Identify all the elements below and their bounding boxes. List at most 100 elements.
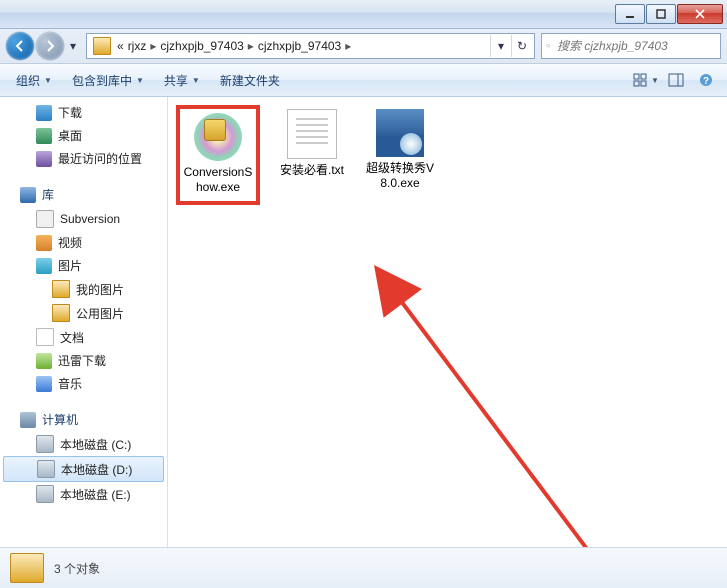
body: 下载桌面最近访问的位置库 Subversion 视频图片我的图片公用图片文档迅雷下载…	[0, 97, 727, 547]
tree-item-label: 下载	[58, 104, 82, 121]
tree-group-label: 计算机	[42, 411, 78, 428]
tree-item-label: 本地磁盘 (D:)	[61, 461, 132, 478]
tree-item[interactable]: 本地磁盘 (C:)	[0, 432, 167, 456]
explorer-window: ▾ « rjxz ▸ cjzhxpjb_97403 ▸ cjzhxpjb_974…	[0, 0, 727, 584]
tree-item[interactable]: 音乐	[0, 372, 167, 395]
view-options-button[interactable]: ▼	[633, 69, 659, 91]
file-name-label: 安装必看.txt	[276, 163, 348, 178]
svg-text:?: ?	[703, 76, 709, 87]
tree-item-label: Subversion	[60, 212, 120, 226]
drive-icon	[37, 460, 55, 478]
tree-item[interactable]: 最近访问的位置	[0, 147, 167, 170]
tree-item[interactable]: 迅雷下载	[0, 349, 167, 372]
file-name-label: 超级转换秀V8.0.exe	[364, 161, 436, 191]
new-folder-button[interactable]: 新建文件夹	[212, 68, 288, 93]
tree-item[interactable]: 桌面	[0, 124, 167, 147]
tree-item[interactable]: 下载	[0, 101, 167, 124]
toolbar: 组织 ▼ 包含到库中 ▼ 共享 ▼ 新建文件夹 ▼ ?	[0, 64, 727, 97]
file-thumbnail	[376, 109, 424, 157]
folder-icon	[93, 37, 111, 55]
file-list: ConversionShow.exe 安装必看.txt 超级转换秀V8.0.exe	[168, 97, 727, 217]
folder-icon	[52, 280, 70, 298]
doc-icon	[36, 328, 54, 346]
tree-item[interactable]: 视频	[0, 231, 167, 254]
search-input[interactable]	[555, 38, 716, 54]
help-button[interactable]: ?	[693, 69, 719, 91]
file-thumbnail	[287, 109, 337, 159]
search-box[interactable]	[541, 33, 721, 59]
nav-row: ▾ « rjxz ▸ cjzhxpjb_97403 ▸ cjzhxpjb_974…	[0, 29, 727, 64]
refresh-button[interactable]: ↻	[511, 35, 532, 57]
music-icon	[36, 376, 52, 392]
chevron-down-icon: ▼	[651, 76, 659, 85]
tree-item-label: 文档	[60, 329, 84, 346]
share-menu[interactable]: 共享 ▼	[156, 68, 208, 93]
tree-item[interactable]: 本地磁盘 (D:)	[3, 456, 164, 482]
breadcrumb[interactable]: rjxz	[126, 39, 149, 53]
include-label: 包含到库中	[72, 72, 132, 89]
address-dropdown-button[interactable]: ▾	[490, 35, 511, 57]
library-icon	[20, 187, 36, 203]
breadcrumb[interactable]: cjzhxpjb_97403	[256, 39, 343, 53]
status-bar: 3 个对象	[0, 547, 727, 588]
video-icon	[36, 235, 52, 251]
tree-item[interactable]: 我的图片	[0, 277, 167, 301]
recent-icon	[36, 151, 52, 167]
tree-item-label: 视频	[58, 234, 82, 251]
tree-item[interactable]: 文档	[0, 325, 167, 349]
tree-item[interactable]: Subversion	[0, 207, 167, 231]
newfolder-label: 新建文件夹	[220, 72, 280, 89]
address-bar[interactable]: « rjxz ▸ cjzhxpjb_97403 ▸ cjzhxpjb_97403…	[86, 33, 535, 59]
breadcrumb[interactable]: cjzhxpjb_97403	[158, 39, 245, 53]
computer-icon	[20, 412, 36, 428]
tree-item-label: 本地磁盘 (E:)	[60, 486, 131, 503]
chevron-right-icon[interactable]: ▸	[148, 39, 158, 53]
titlebar	[0, 0, 727, 29]
tree-item-label: 音乐	[58, 375, 82, 392]
chevron-right-icon[interactable]: ▸	[246, 39, 256, 53]
preview-pane-button[interactable]	[663, 69, 689, 91]
minimize-button[interactable]	[615, 4, 645, 24]
organize-menu[interactable]: 组织 ▼	[8, 68, 60, 93]
chevron-down-icon: ▼	[136, 76, 144, 85]
nav-buttons: ▾	[6, 32, 80, 60]
tree-item-label: 迅雷下载	[58, 352, 106, 369]
tree-item[interactable]: 图片	[0, 254, 167, 277]
chevron-down-icon: ▼	[44, 76, 52, 85]
file-item[interactable]: 超级转换秀V8.0.exe	[364, 109, 436, 191]
folder-icon	[10, 553, 44, 583]
svn-icon	[36, 210, 54, 228]
tree-group-label: 库	[42, 186, 54, 203]
back-button[interactable]	[6, 32, 34, 60]
chevron-down-icon: ▼	[192, 76, 200, 85]
file-item[interactable]: ConversionShow.exe	[176, 105, 260, 205]
annotation-arrow	[378, 277, 638, 547]
pic-icon	[36, 258, 52, 274]
share-label: 共享	[164, 72, 188, 89]
organize-label: 组织	[16, 72, 40, 89]
tree-group-computer[interactable]: 计算机	[0, 407, 167, 432]
nav-history-dropdown[interactable]: ▾	[66, 36, 80, 56]
tree-item[interactable]: 公用图片	[0, 301, 167, 325]
content-pane[interactable]: ConversionShow.exe 安装必看.txt 超级转换秀V8.0.exe	[168, 97, 727, 547]
navigation-pane[interactable]: 下载桌面最近访问的位置库 Subversion 视频图片我的图片公用图片文档迅雷下载…	[0, 97, 168, 547]
tree-item[interactable]: 本地磁盘 (E:)	[0, 482, 167, 506]
maximize-button[interactable]	[646, 4, 676, 24]
close-button[interactable]	[677, 4, 723, 24]
file-thumbnail	[194, 113, 242, 161]
file-name-label: ConversionShow.exe	[182, 165, 254, 195]
chevron-right-icon[interactable]: ▸	[343, 39, 353, 53]
tree-item-label: 最近访问的位置	[58, 150, 142, 167]
drive-icon	[36, 485, 54, 503]
xl-icon	[36, 353, 52, 369]
drive-icon	[36, 435, 54, 453]
download-icon	[36, 105, 52, 121]
search-icon	[546, 39, 551, 53]
item-count-label: 3 个对象	[54, 560, 100, 577]
forward-button[interactable]	[36, 32, 64, 60]
tree-item-label: 公用图片	[76, 305, 124, 322]
tree-group-libraries[interactable]: 库	[0, 182, 167, 207]
tree-item-label: 本地磁盘 (C:)	[60, 436, 131, 453]
include-in-library-menu[interactable]: 包含到库中 ▼	[64, 68, 152, 93]
file-item[interactable]: 安装必看.txt	[276, 109, 348, 178]
